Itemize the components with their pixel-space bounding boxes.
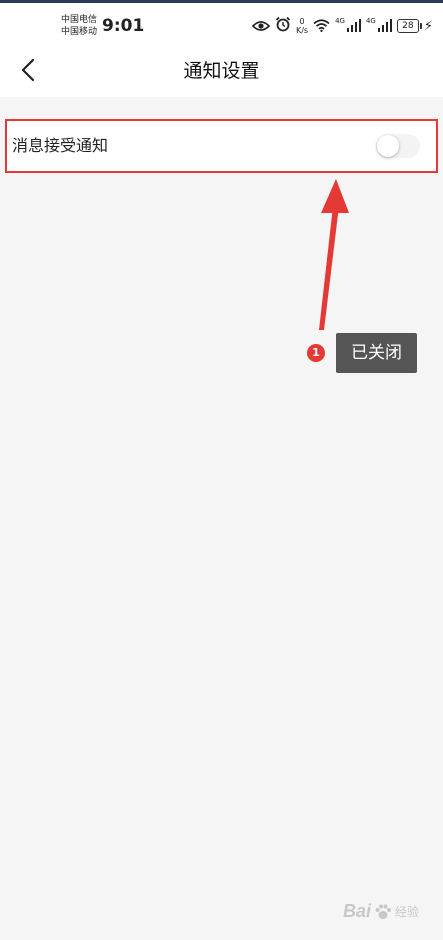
annotation-label: 已关闭 [336,333,417,373]
watermark-brand: Bai [342,901,371,921]
baidu-watermark: Bai 经验 [343,901,419,922]
paw-icon [375,904,391,919]
annotation-step-badge: 1 [307,344,325,362]
annotation-arrow [319,179,349,330]
watermark-suffix: 经验 [394,905,419,919]
